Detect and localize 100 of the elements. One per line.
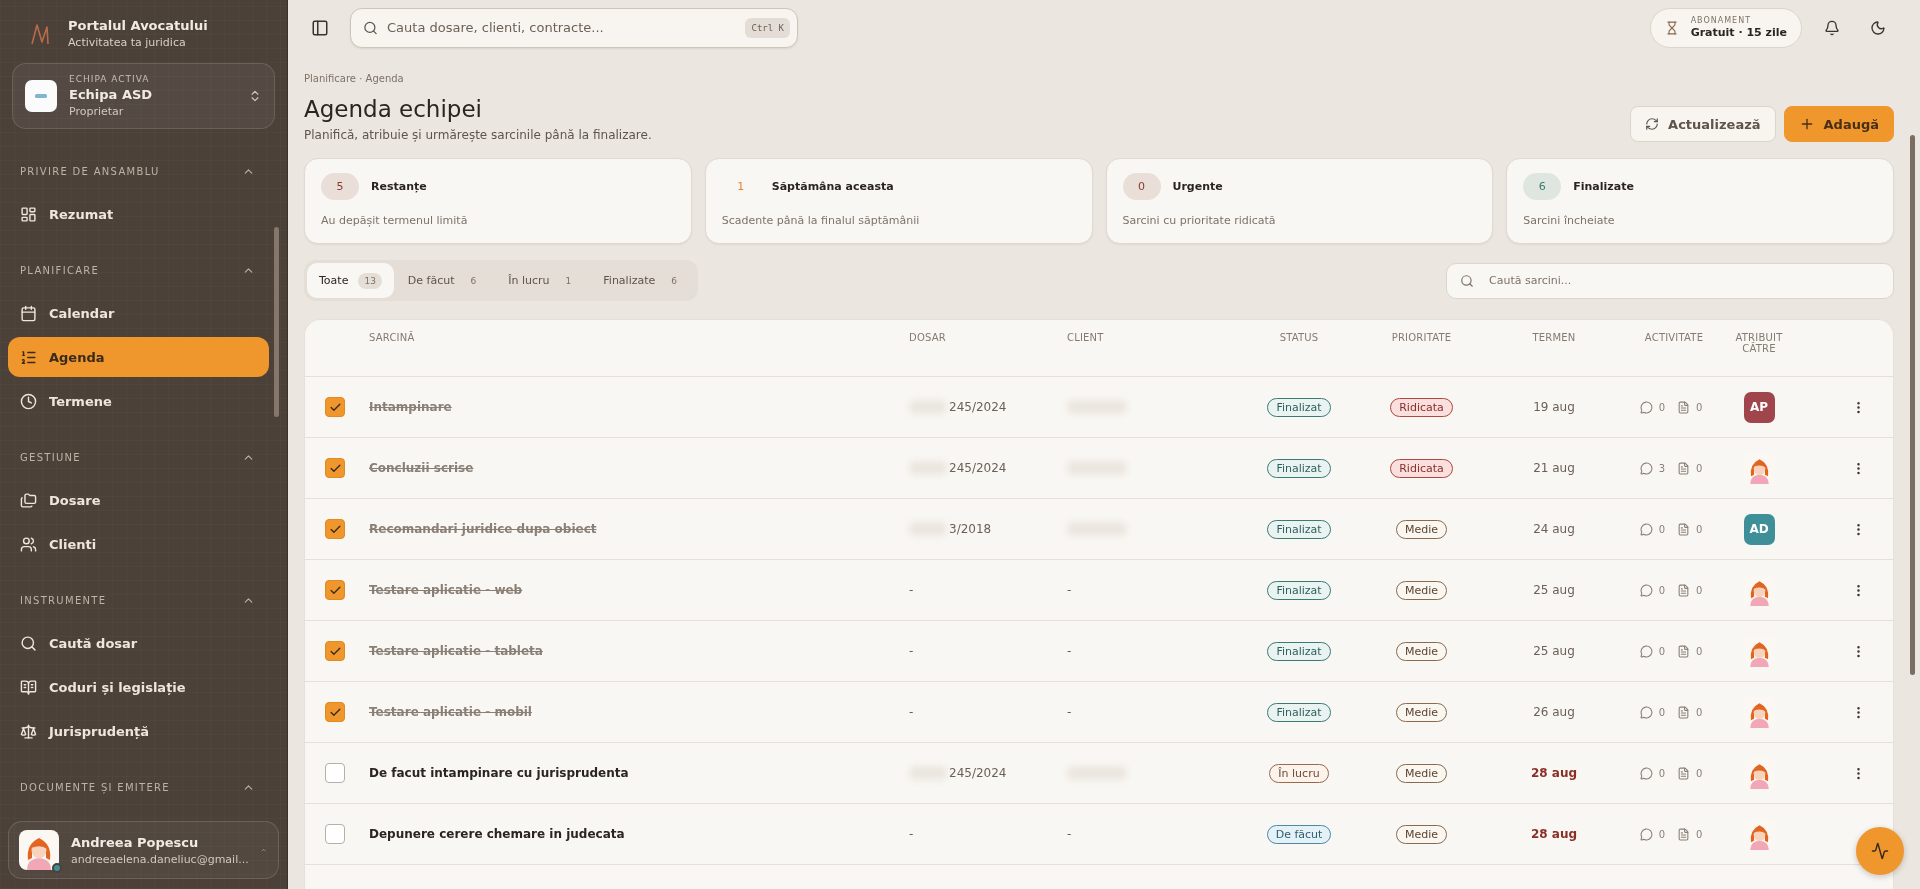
- nav-item[interactable]: Dosare: [8, 480, 269, 520]
- section-header[interactable]: GESTIUNE: [8, 423, 269, 478]
- file-count: 0: [1696, 645, 1703, 657]
- nav-item[interactable]: Calendar: [8, 293, 269, 333]
- team-logo: [25, 80, 57, 112]
- task-checkbox[interactable]: [325, 763, 345, 783]
- client-name: -: [1067, 705, 1072, 719]
- due-date: 19 aug: [1533, 400, 1575, 414]
- nav-item[interactable]: Termene: [8, 381, 269, 421]
- section-header[interactable]: INSTRUMENTE: [8, 566, 269, 621]
- filter-tab[interactable]: Finalizate 6: [591, 263, 696, 298]
- chevrons-icon: [248, 89, 262, 103]
- dashboard-icon: [20, 205, 37, 223]
- task-title: Intampinare: [369, 400, 452, 414]
- task-checkbox[interactable]: [325, 519, 345, 539]
- filter-tab[interactable]: Toate 13: [307, 263, 394, 298]
- priority-badge: Medie: [1395, 580, 1448, 600]
- stat-subtitle: Au depășit termenul limită: [321, 214, 469, 227]
- client-name: -: [1067, 583, 1072, 597]
- file-icon: [1677, 705, 1690, 719]
- stat-count: 1: [736, 179, 746, 195]
- file-icon: [1677, 461, 1690, 475]
- status-badge: Finalizat: [1267, 641, 1331, 661]
- case-number: -: [909, 827, 914, 841]
- clock-icon: [20, 392, 37, 410]
- nav-item[interactable]: Coduri și legislație: [8, 667, 269, 707]
- file-count: 0: [1696, 584, 1703, 596]
- comment-icon: [1639, 522, 1653, 536]
- due-date: 25 aug: [1533, 583, 1575, 597]
- subscription-label: ABONAMENT: [1690, 16, 1753, 25]
- priority-badge: Medie: [1395, 519, 1448, 539]
- filter-tab[interactable]: De făcut 6: [395, 263, 495, 298]
- hourglass-icon: [1664, 20, 1679, 35]
- stat-count: 5: [321, 173, 359, 200]
- logo-icon: [30, 21, 50, 46]
- status-badge: În lucru: [1269, 763, 1329, 783]
- team-switcher[interactable]: ECHIPA ACTIVA Echipa ASD Proprietar: [12, 63, 275, 129]
- task-title: Testare aplicatie - web: [369, 583, 523, 597]
- status-badge: Finalizat: [1267, 519, 1331, 539]
- scrollbar[interactable]: [1910, 135, 1915, 675]
- subscription-button[interactable]: ABONAMENT Gratuit · 15 zile: [1649, 7, 1802, 48]
- comment-count: 0: [1658, 706, 1665, 718]
- task-checkbox[interactable]: [325, 397, 345, 417]
- column-header: CLIENT: [1067, 332, 1105, 343]
- client-name: -: [1067, 827, 1072, 841]
- task-checkbox[interactable]: [325, 641, 345, 661]
- filter-tab[interactable]: În lucru 1: [496, 263, 590, 298]
- due-date: 28 aug: [1530, 827, 1578, 841]
- task-checkbox[interactable]: [325, 580, 345, 600]
- user-name: Andreea Popescu: [71, 834, 200, 850]
- file-icon: [1677, 644, 1690, 658]
- scrollbar[interactable]: [274, 227, 279, 417]
- stat-title: Săptămâna aceasta: [771, 180, 894, 193]
- scale-icon: [20, 722, 37, 740]
- add-button[interactable]: Adaugă: [1783, 106, 1894, 142]
- case-number: -: [909, 583, 914, 597]
- comment-count: 0: [1658, 645, 1665, 657]
- priority-badge: Ridicata: [1390, 397, 1453, 417]
- task-checkbox[interactable]: [325, 458, 345, 478]
- file-count: 0: [1696, 706, 1703, 718]
- section-header[interactable]: DOCUMENTE ȘI EMITERE: [8, 753, 269, 808]
- stat-subtitle: Sarcini cu prioritate ridicată: [1122, 214, 1277, 227]
- nav-item[interactable]: Rezumat: [8, 194, 269, 234]
- case-number: 245/2024: [949, 461, 1007, 475]
- priority-badge: Medie: [1395, 763, 1448, 783]
- section-header[interactable]: PLANIFICARE: [8, 236, 269, 291]
- nav-item[interactable]: Caută dosar: [8, 623, 269, 663]
- comment-count: 0: [1658, 828, 1665, 840]
- file-icon: [1677, 766, 1690, 780]
- app-subtitle: Activitatea ta juridica: [68, 36, 187, 49]
- case-number: 3/2018: [949, 522, 992, 536]
- stat-title: Urgente: [1172, 180, 1223, 193]
- status-badge: Finalizat: [1267, 397, 1331, 417]
- task-checkbox[interactable]: [325, 702, 345, 722]
- file-icon: [1677, 400, 1690, 414]
- users-icon: [20, 535, 37, 553]
- task-title: Testare aplicatie - tableta: [369, 644, 543, 658]
- refresh-button[interactable]: Actualizează: [1630, 106, 1776, 142]
- priority-badge: Medie: [1395, 641, 1448, 661]
- task-checkbox[interactable]: [325, 824, 345, 844]
- app-title: Portalul Avocatului: [68, 18, 208, 33]
- nav-item[interactable]: Agenda: [8, 337, 269, 377]
- section-header[interactable]: PRIVIRE DE ANSAMBLU: [8, 137, 269, 192]
- user-menu[interactable]: Andreea Popescu andreeaelena.daneliuc@gmail...: [8, 821, 279, 879]
- team-name: Echipa ASD: [69, 87, 154, 102]
- search-icon: [20, 634, 37, 652]
- priority-badge: Ridicata: [1390, 458, 1453, 478]
- team-label: ECHIPA ACTIVA: [69, 74, 151, 84]
- comment-icon: [1639, 644, 1653, 658]
- sidebar-panel-icon: [311, 18, 329, 37]
- column-header: ACTIVITATE: [1643, 332, 1705, 343]
- column-header: ATRIBUIT CĂTRE: [1734, 332, 1784, 354]
- nav-item[interactable]: Jurisprudență: [8, 711, 269, 751]
- nav-item[interactable]: Clienti: [8, 524, 269, 564]
- bell-icon: [1824, 19, 1840, 36]
- case-number: -: [909, 644, 914, 658]
- task-search-field[interactable]: Caută sarcini...: [1446, 262, 1894, 299]
- comment-icon: [1639, 827, 1653, 841]
- status-badge: De făcut: [1266, 824, 1332, 844]
- case-number: 245/2024: [949, 400, 1007, 414]
